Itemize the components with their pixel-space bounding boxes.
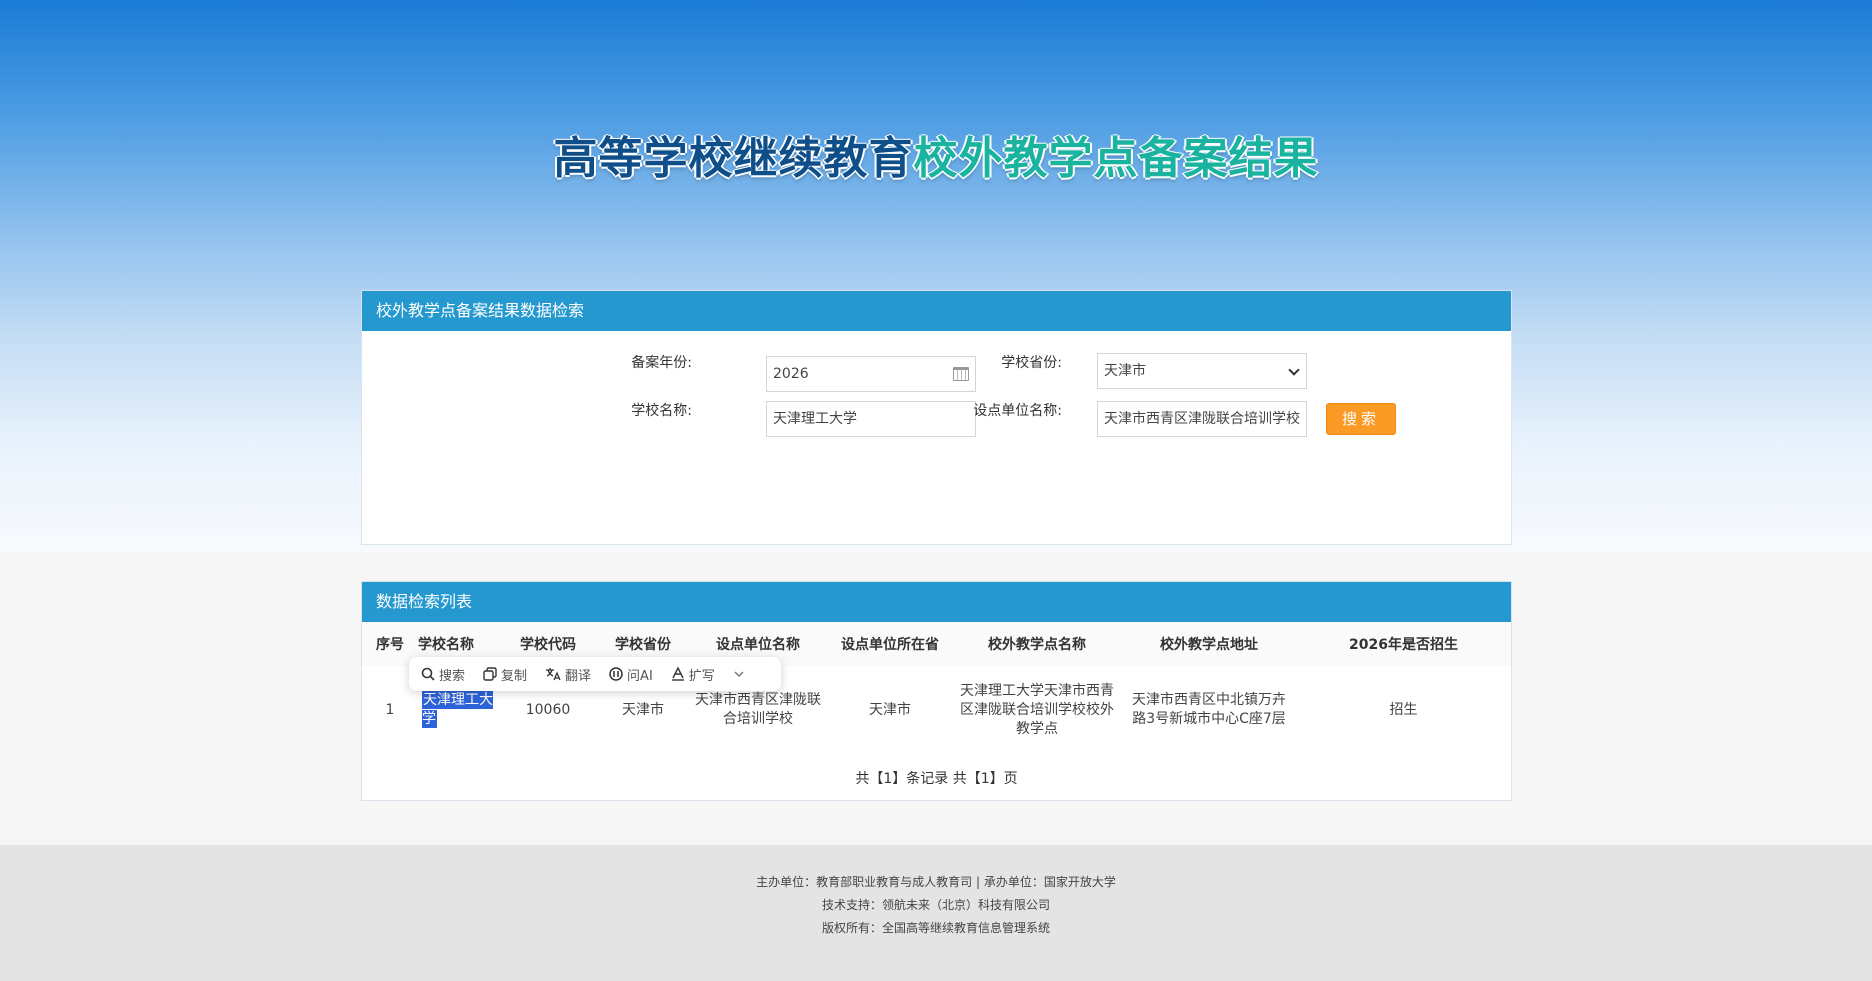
unit-label: 设点单位名称: (973, 403, 1062, 419)
list-panel: 数据检索列表 序号 学校名称 学校代码 学校省份 设点单位名称 设点单位所在省 … (361, 581, 1512, 801)
expand-write-icon (671, 667, 684, 681)
footer-tech-support: 技术支持：领航未来（北京）科技有限公司 (821, 898, 1050, 912)
toolbar-ask-ai[interactable]: 问AI (609, 665, 653, 684)
col-header: 设点单位所在省 (828, 622, 952, 666)
page-title-part2: 校外教学点备案结果 (913, 133, 1319, 184)
search-button[interactable]: 搜索 (1326, 403, 1396, 435)
year-field[interactable]: 2026 (766, 356, 976, 392)
toolbar-search[interactable]: 搜索 (421, 665, 465, 684)
search-icon (421, 667, 435, 681)
toolbar-copy-label: 复制 (501, 668, 528, 684)
toolbar-more[interactable] (733, 668, 749, 680)
footer: 主办单位：教育部职业教育与成人教育司 | 承办单位：国家开放大学 技术支持：领航… (0, 845, 1872, 981)
toolbar-ask-ai-label: 问AI (627, 668, 653, 684)
col-header: 2026年是否招生 (1296, 622, 1511, 666)
year-value: 2026 (773, 366, 809, 382)
page-title-part1: 高等学校继续教育 (553, 133, 914, 184)
col-header: 校外教学点地址 (1122, 622, 1296, 666)
search-panel-header: 校外教学点备案结果数据检索 (362, 291, 1511, 331)
province-label: 学校省份: (1001, 355, 1062, 371)
province-select[interactable]: 天津市 (1097, 353, 1307, 389)
cell-unit-province: 天津市 (869, 701, 911, 718)
list-panel-header: 数据检索列表 (362, 582, 1511, 622)
unit-name-input[interactable]: 天津市西青区津陇联合培训学校 (1097, 401, 1307, 437)
chevron-down-icon (734, 671, 744, 677)
selected-text[interactable]: 天津理工大学 (422, 691, 493, 728)
year-label: 备案年份: (631, 355, 692, 371)
col-header: 校外教学点名称 (952, 622, 1122, 666)
chevron-down-icon (1288, 364, 1300, 376)
toolbar-copy[interactable]: 复制 (483, 665, 527, 684)
selection-toolbar: 搜索 复制 翻译 问AI 扩写 (409, 657, 781, 691)
translate-icon (546, 668, 561, 681)
calendar-icon[interactable] (953, 367, 969, 381)
toolbar-translate-label: 翻译 (565, 668, 592, 684)
toolbar-search-label: 搜索 (439, 668, 466, 684)
footer-copyright: 版权所有：全国高等继续教育信息管理系统 (821, 921, 1050, 935)
province-value: 天津市 (1104, 363, 1146, 379)
cell-site-name: 天津理工大学天津市西青区津陇联合培训学校校外教学点 (960, 682, 1114, 737)
copy-icon (483, 667, 497, 681)
cell-site-address: 天津市西青区中北镇万卉路3号新城市中心C座7层 (1132, 692, 1286, 727)
search-panel: 校外教学点备案结果数据检索 备案年份: 2026 学校省份: 天津市 学校名称:… (361, 290, 1512, 545)
unit-name-value: 天津市西青区津陇联合培训学校 (1104, 411, 1300, 427)
pagination-info: 共【1】条记录 共【1】页 (855, 771, 1018, 787)
toolbar-translate[interactable]: 翻译 (545, 665, 591, 684)
ai-icon (609, 667, 623, 681)
school-label: 学校名称: (631, 403, 692, 419)
toolbar-expand-write[interactable]: 扩写 (671, 665, 715, 684)
page-title: 高等学校继续教育校外教学点备案结果 (0, 122, 1872, 186)
school-name-value: 天津理工大学 (773, 411, 857, 427)
cell-enrolling: 招生 (1389, 701, 1418, 718)
toolbar-expand-write-label: 扩写 (688, 668, 715, 684)
footer-organizers: 主办单位：教育部职业教育与成人教育司 | 承办单位：国家开放大学 (756, 875, 1116, 889)
